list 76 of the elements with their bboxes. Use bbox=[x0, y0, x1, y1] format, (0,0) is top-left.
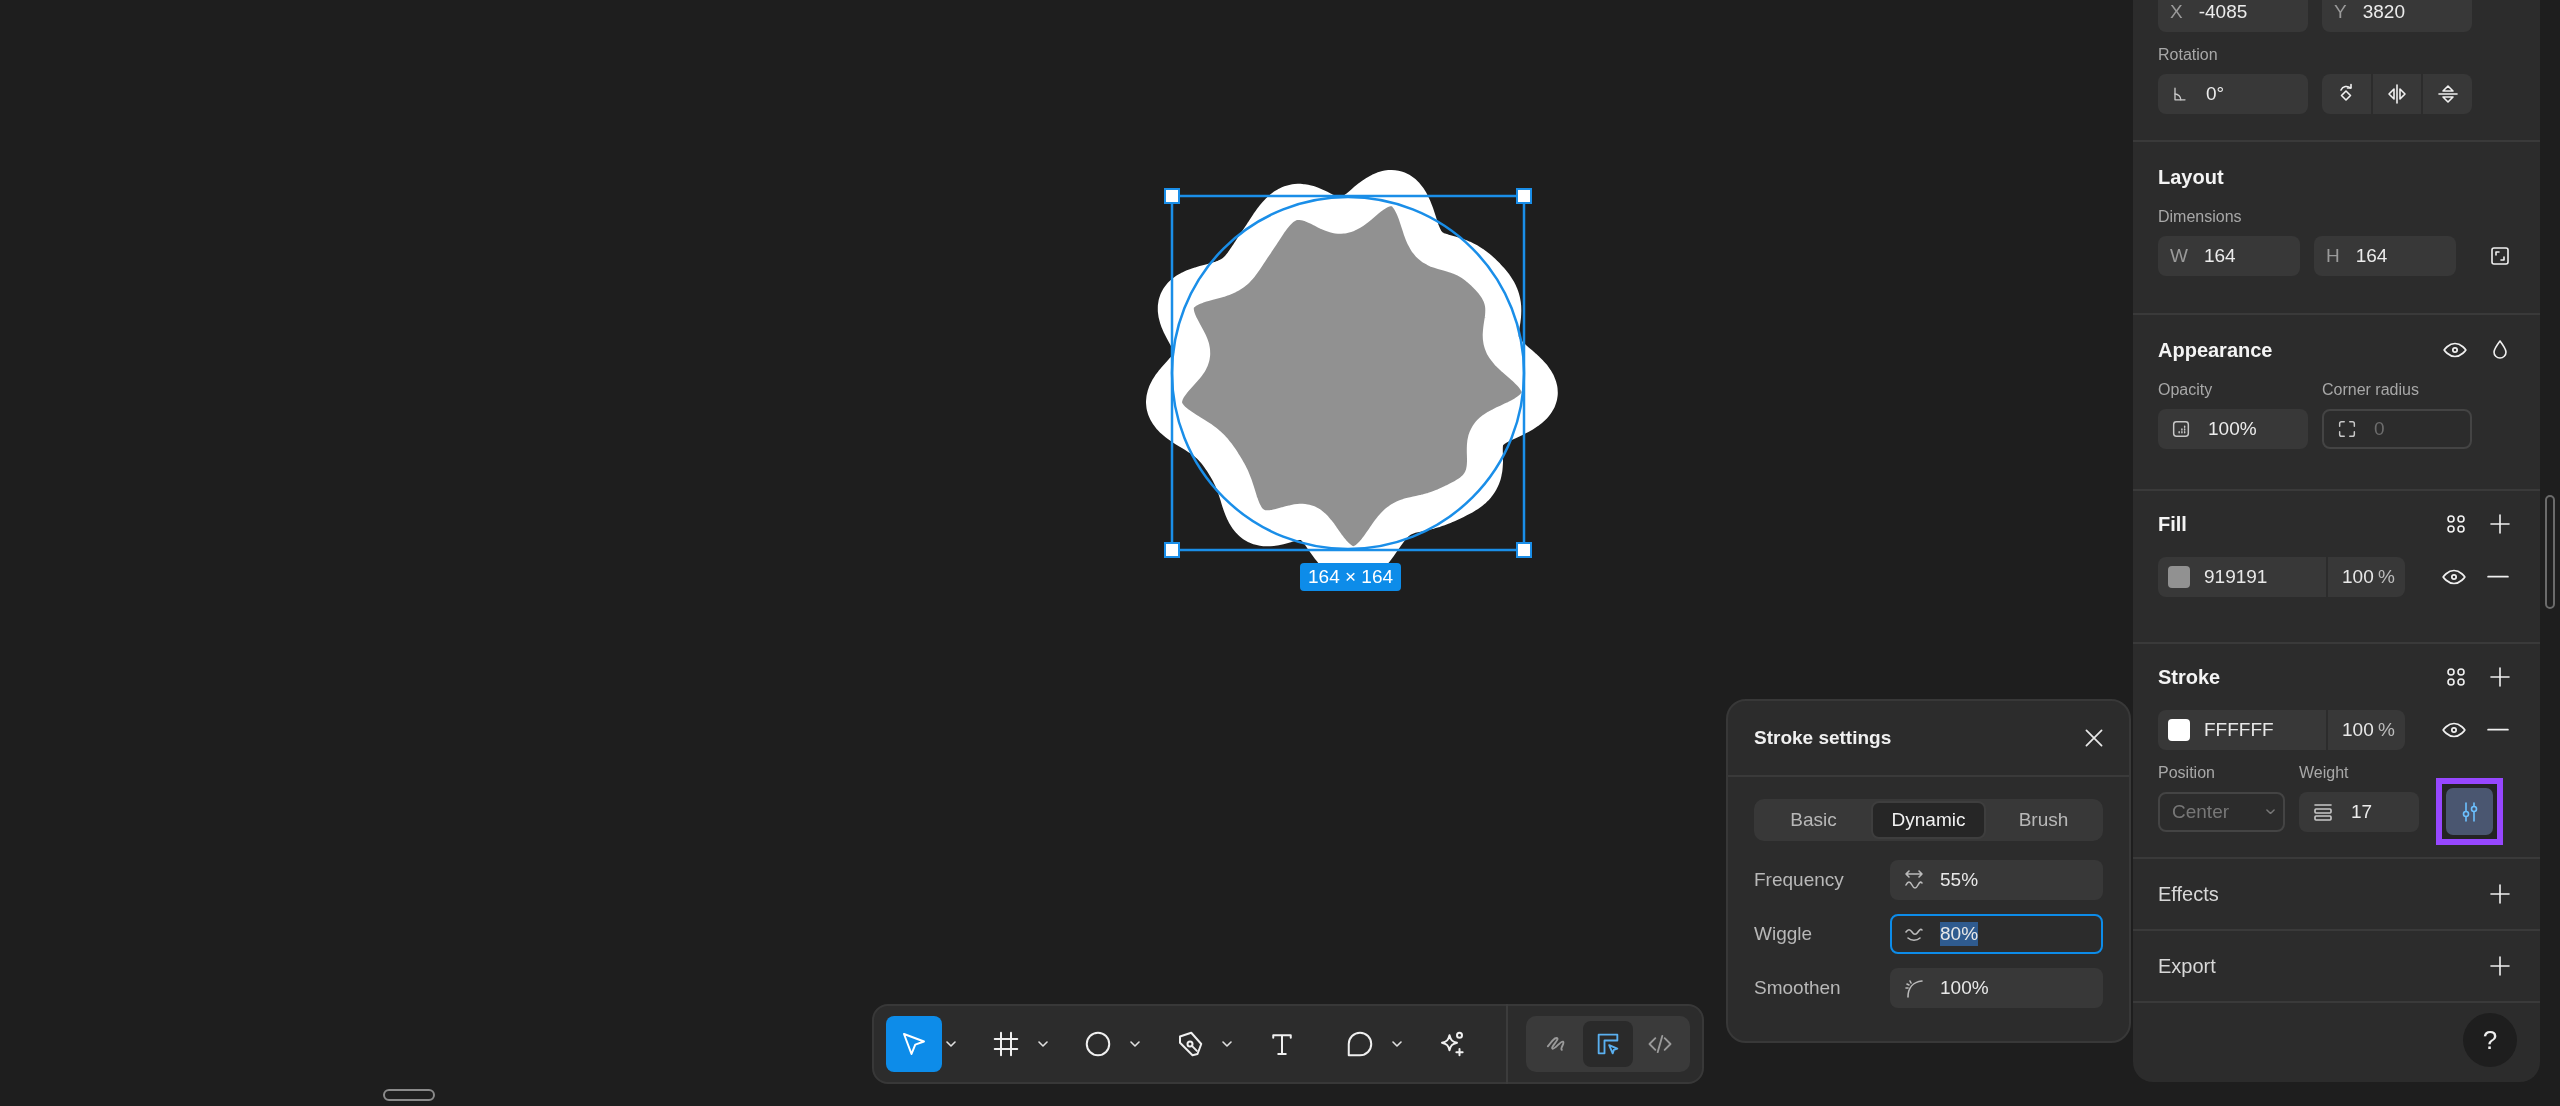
position-label: Position bbox=[2158, 764, 2216, 782]
remove-button[interactable] bbox=[2487, 575, 2509, 579]
section-title: Layout bbox=[2158, 165, 2225, 189]
setting-label: Wiggle bbox=[1754, 923, 1814, 945]
section-title: Appearance bbox=[2158, 338, 2274, 362]
dimensions-label: Dimensions bbox=[2158, 208, 2243, 226]
smoothen-field[interactable]: 100% bbox=[1890, 968, 2103, 1008]
section-title: Stroke bbox=[2158, 665, 2222, 689]
size-label: 164 × 164 bbox=[1300, 563, 1402, 591]
wave-arrows-icon bbox=[1902, 868, 1926, 892]
minus-icon bbox=[2487, 575, 2509, 579]
y-field[interactable]: Y 3820 bbox=[2322, 0, 2472, 32]
design-mode-button[interactable] bbox=[1583, 1021, 1633, 1067]
chevron-icon bbox=[2266, 808, 2275, 815]
rotation-field[interactable]: 0° bbox=[2158, 74, 2308, 114]
styles-button[interactable] bbox=[2444, 665, 2468, 689]
section-title: Effects bbox=[2158, 882, 2220, 906]
hash-frame-icon bbox=[991, 1029, 1021, 1059]
caret-icon[interactable] bbox=[1038, 1041, 1048, 1047]
add-button[interactable] bbox=[2488, 954, 2512, 978]
resize-handle[interactable] bbox=[1516, 188, 1532, 204]
pointer-tool-button[interactable] bbox=[886, 1016, 942, 1072]
circle-icon bbox=[1083, 1029, 1113, 1059]
resize-handle[interactable] bbox=[1164, 188, 1180, 204]
opacity-field[interactable]: 100% bbox=[2158, 409, 2308, 449]
corner-icon bbox=[2336, 418, 2358, 440]
section-title: Export bbox=[2158, 954, 2217, 978]
rotation-label: Rotation bbox=[2158, 46, 2219, 64]
weight-field[interactable]: 17 bbox=[2299, 791, 2419, 832]
flip-horizontal-icon bbox=[2385, 82, 2409, 106]
x-field[interactable]: X -4085 bbox=[2158, 0, 2308, 32]
handle-bar[interactable] bbox=[383, 1089, 435, 1101]
opacity-label: Opacity bbox=[2158, 381, 2214, 399]
opacity-icon bbox=[2170, 418, 2192, 440]
caret-icon[interactable] bbox=[1222, 1041, 1232, 1047]
color-swatch[interactable] bbox=[2168, 566, 2190, 588]
minus-icon bbox=[2487, 728, 2509, 732]
add-button[interactable] bbox=[2488, 882, 2512, 906]
resize-handle[interactable] bbox=[1164, 542, 1180, 558]
mode-tab[interactable]: Basic bbox=[1756, 801, 1871, 839]
section-title: Fill bbox=[2158, 512, 2188, 536]
four-circles-icon bbox=[2444, 512, 2468, 536]
weight-label: Weight bbox=[2299, 764, 2349, 782]
color-swatch[interactable] bbox=[2168, 719, 2190, 741]
resize-to-fit-button[interactable] bbox=[2488, 244, 2512, 268]
mode-tab[interactable]: Brush bbox=[1986, 801, 2101, 839]
frequency-field[interactable]: 55% bbox=[1890, 860, 2103, 900]
plus-icon bbox=[2488, 512, 2512, 536]
caret-icon[interactable] bbox=[946, 1041, 956, 1047]
plus-icon bbox=[2488, 882, 2512, 906]
caret-icon[interactable] bbox=[1392, 1041, 1402, 1047]
flip-vertical-icon bbox=[2435, 82, 2460, 106]
styles-button[interactable] bbox=[2444, 512, 2468, 536]
add-button[interactable] bbox=[2488, 512, 2512, 536]
resize-handle[interactable] bbox=[1516, 542, 1532, 558]
stroke-settings-button[interactable] bbox=[2436, 778, 2503, 845]
speech-bubble-icon bbox=[1345, 1029, 1375, 1059]
popup-title: Stroke settings bbox=[1754, 727, 1892, 749]
caret-icon[interactable] bbox=[1130, 1041, 1140, 1047]
help-button[interactable]: ? bbox=[2463, 1013, 2517, 1067]
plus-icon bbox=[2488, 665, 2512, 689]
setting-label: Frequency bbox=[1754, 869, 1845, 891]
fill-color-field[interactable]: 919191 100 % bbox=[2158, 557, 2405, 597]
corner-radius-label: Corner radius bbox=[2322, 381, 2419, 399]
mode-tab[interactable]: Dynamic bbox=[1871, 801, 1986, 839]
setting-label: Smoothen bbox=[1754, 977, 1842, 999]
add-button[interactable] bbox=[2488, 665, 2512, 689]
remove-button[interactable] bbox=[2487, 728, 2509, 732]
resize-frame-icon bbox=[2488, 244, 2512, 268]
width-field[interactable]: W 164 bbox=[2158, 236, 2300, 276]
four-circles-icon bbox=[2444, 665, 2468, 689]
plus-icon bbox=[2488, 954, 2512, 978]
wiggle-field[interactable]: 80% bbox=[1890, 914, 2103, 954]
stroke-color-field[interactable]: FFFFFF 100 % bbox=[2158, 710, 2405, 750]
scrollbar-thumb[interactable] bbox=[2545, 495, 2555, 609]
height-field[interactable]: H 164 bbox=[2314, 236, 2456, 276]
